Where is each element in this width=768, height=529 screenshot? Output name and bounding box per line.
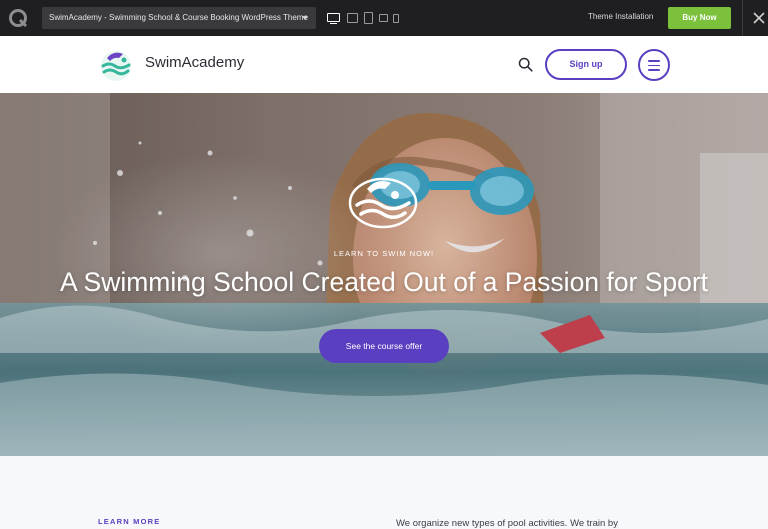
- divider: [742, 0, 743, 36]
- desktop-stand: [330, 23, 337, 24]
- theme-installation-link[interactable]: Theme Installation: [588, 12, 653, 21]
- tablet-icon[interactable]: [364, 12, 373, 24]
- swimacademy-logo-icon[interactable]: [97, 46, 135, 82]
- course-offer-button[interactable]: See the course offer: [319, 329, 449, 363]
- intro-text: We organize new types of pool activities…: [396, 518, 618, 529]
- q-logo-icon[interactable]: [8, 8, 28, 28]
- menu-icon[interactable]: [638, 49, 670, 81]
- hero-eyebrow: LEARN TO SWIM NOW!: [333, 249, 435, 258]
- site-name[interactable]: SwimAcademy: [145, 54, 244, 71]
- search-icon[interactable]: [518, 57, 533, 72]
- menu-line: [648, 64, 660, 67]
- theme-preview-bar: SwimAcademy - Swimming School & Course B…: [0, 0, 768, 36]
- tablet-landscape-icon[interactable]: [379, 14, 388, 22]
- hero-title: A Swimming School Created Out of a Passi…: [59, 267, 709, 297]
- chevron-down-icon: [302, 16, 308, 20]
- swim-emblem-icon: [348, 177, 418, 229]
- menu-line: [648, 69, 660, 71]
- laptop-icon[interactable]: [347, 13, 358, 23]
- theme-select-label: SwimAcademy - Swimming School & Course B…: [49, 13, 308, 22]
- sign-up-button[interactable]: Sign up: [545, 49, 627, 80]
- hero-section: LEARN TO SWIM NOW! A Swimming School Cre…: [0, 93, 768, 456]
- desktop-icon[interactable]: [327, 13, 340, 22]
- site-header: SwimAcademy Sign up: [0, 36, 768, 93]
- buy-now-button[interactable]: Buy Now: [668, 7, 731, 29]
- menu-line: [648, 60, 660, 62]
- theme-select-dropdown[interactable]: SwimAcademy - Swimming School & Course B…: [42, 7, 316, 29]
- close-icon[interactable]: [752, 11, 766, 25]
- learn-more-link[interactable]: LEARN MORE: [98, 517, 160, 526]
- phone-icon[interactable]: [393, 14, 399, 23]
